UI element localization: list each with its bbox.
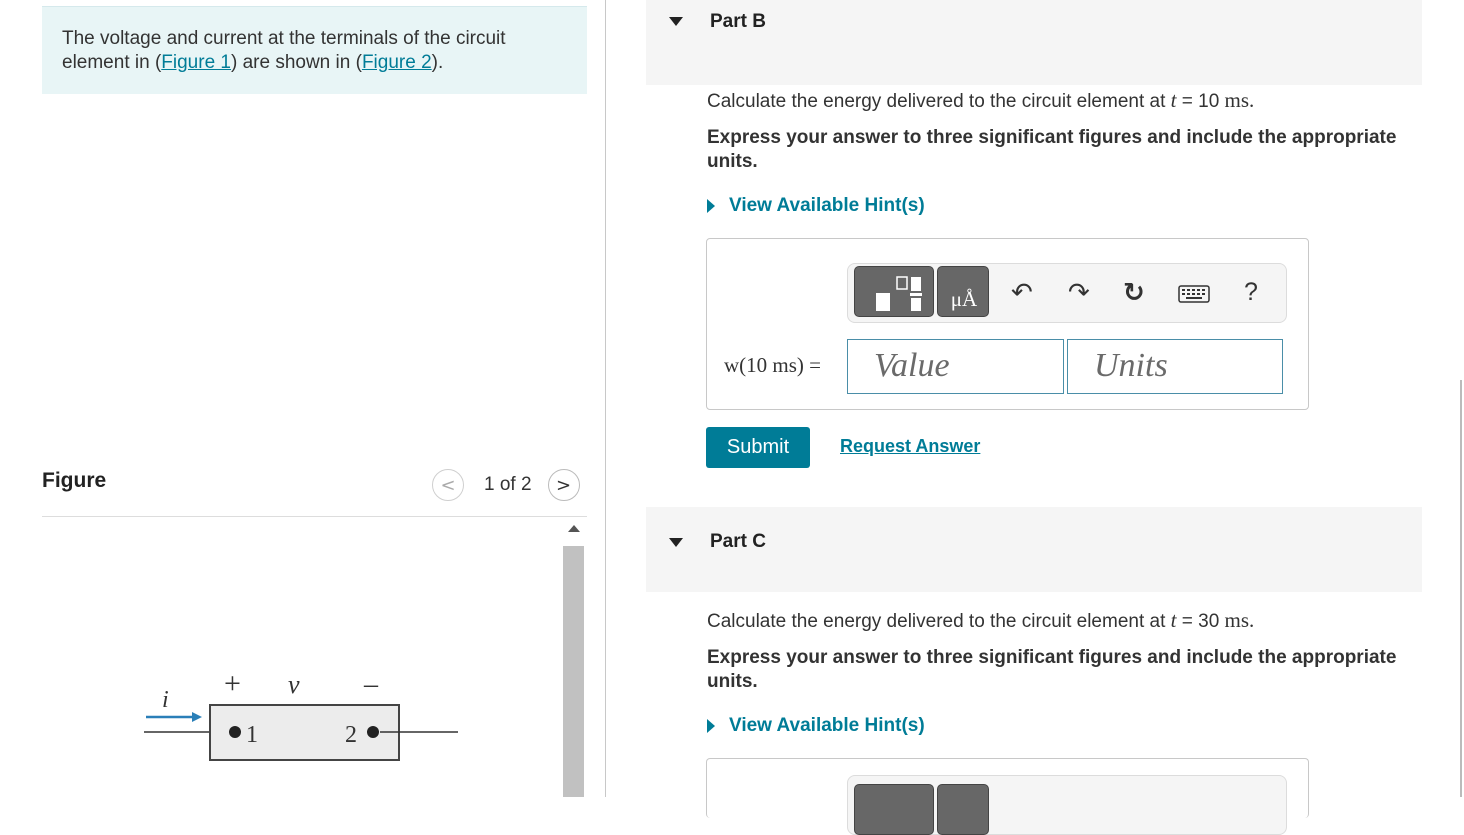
current-label: i: [162, 687, 169, 713]
terminal-2-label: 2: [345, 722, 357, 748]
figure-divider: [42, 516, 587, 517]
fraction-template-button[interactable]: [854, 266, 934, 317]
problem-text: The voltage and current at the terminals…: [62, 28, 506, 73]
part-b-header[interactable]: Part B: [646, 0, 1422, 85]
caret-down-icon[interactable]: [669, 17, 683, 26]
current-arrow-head: [192, 712, 202, 722]
part-c-hint-toggle[interactable]: View Available Hint(s): [707, 715, 925, 737]
fraction-template-button[interactable]: [854, 784, 934, 835]
units-icon: μÅ: [950, 287, 978, 311]
part-c-answer-box: [706, 758, 1309, 835]
part-b-question: Calculate the energy delivered to the ci…: [707, 88, 1255, 112]
scrollbar-thumb[interactable]: [563, 546, 584, 797]
undo-icon[interactable]: ↶: [1011, 278, 1033, 308]
pane-divider: [605, 0, 606, 797]
caret-down-icon[interactable]: [669, 538, 683, 547]
part-c-instruction: Express your answer to three significant…: [707, 647, 1397, 692]
circuit-element-figure: i + v – 1 2: [144, 667, 458, 761]
right-pane: Part B Calculate the energy delivered to…: [646, 0, 1464, 835]
terminal-1-dot: [229, 726, 241, 738]
math-toolbar: [847, 775, 1287, 835]
caret-right-icon: [707, 719, 715, 733]
window-edge: [1460, 380, 1462, 797]
plus-label: +: [224, 667, 241, 700]
figure-title: Figure: [42, 469, 107, 492]
left-pane: The voltage and current at the terminals…: [0, 0, 606, 797]
reset-icon[interactable]: ↻: [1123, 278, 1145, 308]
help-icon[interactable]: ?: [1244, 278, 1258, 307]
request-answer-link[interactable]: Request Answer: [840, 436, 980, 457]
redo-icon[interactable]: ↷: [1068, 278, 1090, 308]
scroll-up-arrow-icon[interactable]: [568, 525, 580, 532]
fraction-template-icon: [876, 276, 922, 311]
part-c-header[interactable]: Part C: [646, 507, 1422, 592]
chevron-left-icon: <: [440, 474, 456, 496]
figure-scrollbar[interactable]: [563, 522, 584, 797]
caret-right-icon: [707, 199, 715, 213]
figure-counter: 1 of 2: [484, 474, 532, 495]
chevron-right-icon: >: [556, 474, 572, 496]
answer-equation-label: w(10 ms) =: [724, 353, 822, 377]
value-input[interactable]: Value: [847, 339, 1064, 394]
part-b-title: Part B: [710, 11, 766, 32]
minus-label: –: [363, 669, 379, 700]
figure-pager: < 1 of 2 >: [432, 469, 580, 501]
units-input[interactable]: Units: [1067, 339, 1283, 394]
voltage-label: v: [288, 670, 300, 699]
part-b-instruction: Express your answer to three significant…: [707, 127, 1397, 172]
part-c-question: Calculate the energy delivered to the ci…: [707, 608, 1255, 632]
part-c-title: Part C: [710, 531, 766, 552]
units-button[interactable]: [937, 784, 989, 835]
terminal-1-label: 1: [246, 722, 258, 748]
problem-statement: The voltage and current at the terminals…: [42, 6, 587, 94]
submit-button[interactable]: Submit: [706, 427, 810, 468]
next-figure-button[interactable]: >: [547, 469, 580, 501]
terminal-2-dot: [367, 726, 379, 738]
math-toolbar: μÅ ↶ ↷ ↻ ?: [847, 263, 1287, 323]
keyboard-icon[interactable]: [1178, 285, 1210, 303]
units-button[interactable]: μÅ: [937, 266, 989, 317]
prev-figure-button[interactable]: <: [432, 469, 464, 501]
figure-2-link[interactable]: Figure 2: [362, 52, 432, 73]
figure-1-link[interactable]: Figure 1: [161, 52, 231, 73]
part-b-answer-box: μÅ ↶ ↷ ↻ ? w(10 ms) = Value Units: [706, 238, 1309, 410]
part-b-hint-toggle[interactable]: View Available Hint(s): [707, 195, 925, 217]
